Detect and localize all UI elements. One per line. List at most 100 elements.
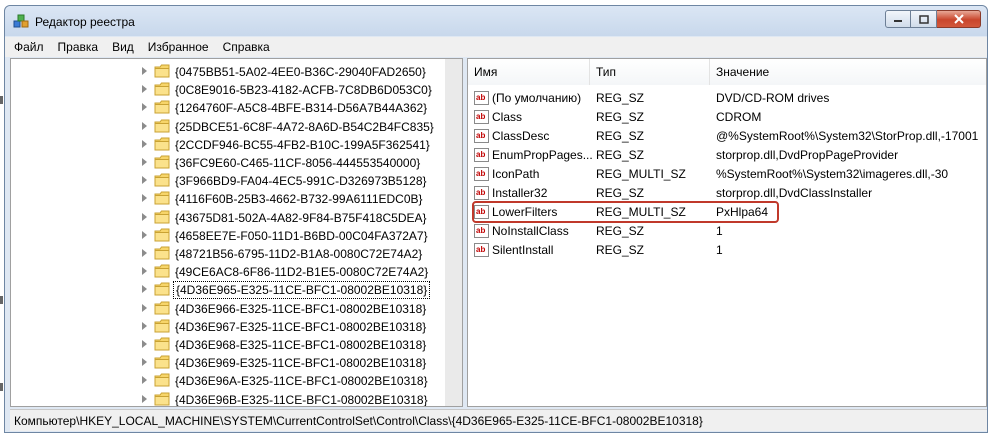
value-name: Installer32: [492, 186, 548, 200]
tree-item[interactable]: {4D36E968-E325-11CE-BFC1-08002BE10318}: [11, 336, 451, 354]
values-pane[interactable]: Имя Тип Значение ab (По умолчанию) REG_SZ D…: [467, 58, 987, 407]
expand-arrow-icon[interactable]: [142, 85, 147, 94]
value-type: REG_SZ: [596, 110, 645, 124]
menu-view[interactable]: Вид: [105, 40, 141, 54]
expand-arrow-icon[interactable]: [142, 176, 147, 185]
tree-item-label: {4D36E968-E325-11CE-BFC1-08002BE10318}: [175, 338, 427, 352]
folder-icon: [154, 137, 170, 151]
tree-item-label: {0475BB51-5A02-4EE0-B36C-29040FAD2650}: [175, 65, 426, 79]
tree-item[interactable]: {4D36E96A-E325-11CE-BFC1-08002BE10318}: [11, 372, 451, 390]
folder-icon: [154, 155, 170, 169]
folder-icon: [154, 373, 170, 387]
tree-item[interactable]: {4116F60B-25B3-4662-B732-99A6111EDC0B}: [11, 190, 451, 208]
value-data: storprop.dll,DvdPropPageProvider: [716, 148, 899, 162]
menu-edit[interactable]: Правка: [51, 40, 106, 54]
folder-icon: [154, 282, 170, 296]
ab-string-icon: ab: [474, 91, 489, 105]
value-row[interactable]: ab NoInstallClass REG_SZ 1: [468, 222, 986, 241]
expand-arrow-icon[interactable]: [142, 285, 147, 294]
tree-item[interactable]: {2CCDF946-BC55-4FB2-B10C-199A5F362541}: [11, 136, 451, 154]
folder-icon: [154, 228, 170, 242]
window-controls: [885, 10, 981, 29]
ab-string-icon: ab: [474, 129, 489, 143]
folder-icon: [154, 264, 170, 278]
tree-item[interactable]: {1264760F-A5C8-4BFE-B314-D56A7B44A362}: [11, 99, 451, 117]
ab-string-icon: ab: [474, 110, 489, 124]
minimize-button[interactable]: [885, 10, 911, 28]
tree-item[interactable]: {4D36E965-E325-11CE-BFC1-08002BE10318}: [11, 281, 451, 300]
background-edge-mark: [0, 296, 3, 304]
menu-help[interactable]: Справка: [216, 40, 277, 54]
tree-item[interactable]: {4658EE7E-F050-11D1-B6BD-00C04FA372A7}: [11, 227, 451, 245]
tree-item[interactable]: {43675D81-502A-4A82-9F84-B75F418C5DEA}: [11, 209, 451, 227]
folder-icon: [154, 246, 170, 260]
menu-file[interactable]: Файл: [5, 40, 51, 54]
tree-item[interactable]: {49CE6AC8-6F86-11D2-B1E5-0080C72E74A2}: [11, 263, 451, 281]
column-type-label: Тип: [596, 65, 617, 79]
tree-item[interactable]: {4D36E96B-E325-11CE-BFC1-08002BE10318}: [11, 391, 451, 406]
status-path: Компьютер\HKEY_LOCAL_MACHINE\SYSTEM\Curr…: [14, 414, 703, 428]
expand-arrow-icon[interactable]: [142, 194, 147, 203]
tree-item-label: {48721B56-6795-11D2-B1A8-0080C72E74A2}: [175, 247, 423, 261]
expand-arrow-icon[interactable]: [142, 340, 147, 348]
column-header-name[interactable]: Имя: [468, 59, 590, 85]
expand-arrow-icon[interactable]: [142, 376, 147, 385]
tree-item[interactable]: {3F966BD9-FA04-4EC5-991C-D326973B5128}: [11, 172, 451, 190]
tree-item[interactable]: {0475BB51-5A02-4EE0-B36C-29040FAD2650}: [11, 63, 451, 81]
status-bar: Компьютер\HKEY_LOCAL_MACHINE\SYSTEM\Curr…: [10, 409, 987, 431]
tree-vertical-scrollbar[interactable]: [445, 59, 462, 406]
value-data: 1: [716, 243, 723, 257]
expand-arrow-icon[interactable]: [142, 158, 147, 166]
maximize-button[interactable]: [911, 10, 937, 28]
expand-arrow-icon[interactable]: [142, 67, 147, 75]
tree-item-label: {4D36E969-E325-11CE-BFC1-08002BE10318}: [175, 356, 427, 371]
value-row[interactable]: ab ClassDesc REG_SZ @%SystemRoot%\System32\…: [468, 127, 986, 146]
tree-item-label: {1264760F-A5C8-4BFE-B314-D56A7B44A362}: [175, 101, 428, 116]
value-name: EnumPropPages...: [492, 148, 593, 162]
value-row[interactable]: ab SilentInstall REG_SZ 1: [468, 241, 986, 260]
folder-icon: [154, 119, 170, 133]
tree-item[interactable]: {36FC9E60-C465-11CF-8056-444553540000}: [11, 154, 451, 172]
regedit-icon: [13, 14, 29, 28]
tree-item[interactable]: {48721B56-6795-11D2-B1A8-0080C72E74A2}: [11, 245, 451, 263]
tree-item[interactable]: {4D36E969-E325-11CE-BFC1-08002BE10318}: [11, 354, 451, 372]
expand-arrow-icon[interactable]: [142, 230, 147, 239]
tree-item[interactable]: {25DBCE51-6C8F-4A72-8A6D-B54C2B4FC835}: [11, 118, 451, 136]
value-data: CDROM: [716, 110, 762, 124]
expand-arrow-icon[interactable]: [142, 249, 147, 257]
tree-item-label: {43675D81-502A-4A82-9F84-B75F418C5DEA}: [175, 210, 427, 225]
tree-item-label: {4D36E967-E325-11CE-BFC1-08002BE10318}: [175, 319, 427, 334]
menu-favorites[interactable]: Избранное: [141, 40, 216, 54]
tree-item[interactable]: {4D36E967-E325-11CE-BFC1-08002BE10318}: [11, 318, 451, 336]
tree-item-label: {36FC9E60-C465-11CF-8056-444553540000}: [175, 156, 421, 170]
value-row[interactable]: ab EnumPropPages... REG_SZ storprop.dll,Dvd…: [468, 146, 986, 165]
ab-string-icon: ab: [474, 224, 489, 238]
expand-arrow-icon[interactable]: [142, 394, 147, 403]
value-row[interactable]: ab IconPath REG_MULTI_SZ %SystemRoot%\Syste…: [468, 165, 986, 184]
value-type: REG_SZ: [596, 224, 645, 238]
value-row[interactable]: ab Class REG_SZ CDROM: [468, 108, 986, 127]
expand-arrow-icon[interactable]: [142, 303, 147, 312]
expand-arrow-icon[interactable]: [142, 212, 147, 221]
column-header-data[interactable]: Значение: [710, 59, 986, 85]
tree-item-label: {4D36E96A-E325-11CE-BFC1-08002BE10318}: [175, 374, 428, 389]
key-tree-pane[interactable]: {0475BB51-5A02-4EE0-B36C-29040FAD2650} {0…: [10, 58, 463, 407]
expand-arrow-icon[interactable]: [142, 103, 147, 112]
minimize-icon: [894, 20, 902, 22]
value-name: SilentInstall: [492, 243, 554, 257]
expand-arrow-icon[interactable]: [142, 121, 147, 130]
column-header-type[interactable]: Тип: [590, 59, 710, 85]
expand-arrow-icon[interactable]: [142, 358, 147, 367]
close-button[interactable]: [937, 10, 981, 28]
expand-arrow-icon[interactable]: [142, 321, 147, 330]
expand-arrow-icon[interactable]: [142, 267, 147, 276]
expand-arrow-icon[interactable]: [142, 139, 147, 148]
tree-item[interactable]: {0C8E9016-5B23-4182-ACFB-7C8DB6D053C0}: [11, 81, 451, 99]
value-row[interactable]: ab (По умолчанию) REG_SZ DVD/CD-ROM drives: [468, 89, 986, 108]
folder-icon: [154, 301, 170, 315]
value-data: storprop.dll,DvdClassInstaller: [716, 186, 873, 200]
window-title: Редактор реестра: [35, 15, 135, 29]
folder-icon: [154, 82, 170, 96]
title-bar[interactable]: Редактор реестра: [5, 6, 987, 36]
tree-item[interactable]: {4D36E966-E325-11CE-BFC1-08002BE10318}: [11, 300, 451, 318]
